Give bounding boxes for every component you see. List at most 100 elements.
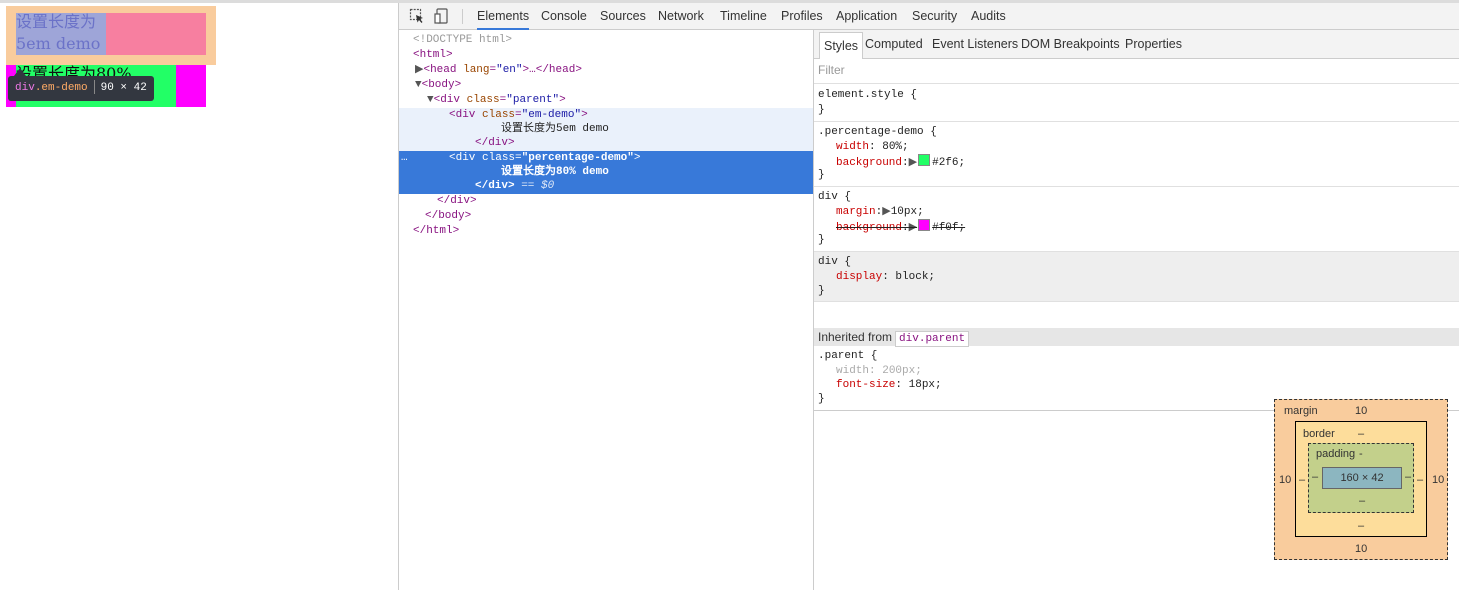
rule-percentage-demo[interactable]: .percentage-demo { width: 80%; backgroun… (814, 122, 1459, 187)
prop-name[interactable]: background (836, 157, 902, 169)
tab-console[interactable]: Console (541, 3, 587, 30)
prop-value[interactable]: 10px; (891, 206, 924, 218)
prop-value[interactable]: #2f6; (932, 157, 965, 169)
em-div-tag: <div (449, 109, 476, 121)
tab-styles[interactable]: Styles (819, 32, 864, 59)
tab-audits[interactable]: Audits (971, 3, 1006, 30)
prop-name[interactable]: width (836, 365, 869, 377)
prop-value[interactable]: 18px; (909, 379, 942, 391)
padding-top-value[interactable]: - (1359, 448, 1363, 460)
head-attr: lang (463, 64, 490, 76)
margin-bottom-value[interactable]: 10 (1355, 543, 1367, 555)
head-val: "en" (496, 64, 523, 76)
box-model-margin[interactable]: margin 10 10 10 10 border – – – – paddin… (1274, 399, 1448, 560)
rule-selector[interactable]: div { (818, 190, 851, 205)
decl-margin[interactable]: margin:▶10px; (836, 205, 924, 220)
tab-event-listeners[interactable]: Event Listeners (932, 30, 1018, 59)
expand-triangle-icon[interactable]: ▶ (882, 206, 890, 218)
dom-doctype[interactable]: <!DOCTYPE html> (413, 33, 827, 47)
rule-div-margin[interactable]: div { margin:▶10px; background:▶ #f0f; } (814, 187, 1459, 252)
dom-tree[interactable]: <!DOCTYPE html> <html> ▶<head lang="en">… (399, 30, 814, 590)
doctype-text: <!DOCTYPE html> (413, 34, 513, 46)
padding-right-value[interactable]: – (1405, 471, 1411, 483)
more-ellipsis-icon[interactable]: … (401, 152, 408, 164)
prop-name[interactable]: font-size (836, 379, 895, 391)
em-val: "em-demo" (521, 109, 582, 121)
color-swatch-icon[interactable] (918, 219, 931, 231)
dom-parent-close[interactable]: </div> (437, 194, 851, 208)
tab-application[interactable]: Application (836, 3, 897, 30)
page-viewport[interactable]: 设置长度为 5em demo 设置长度为80% demo div.em-demo… (0, 3, 398, 590)
border-bottom-value[interactable]: – (1358, 520, 1364, 532)
margin-right-value[interactable]: 10 (1432, 474, 1444, 486)
box-model-border[interactable]: border – – – – padding - – – – 160 × 42 (1295, 421, 1427, 537)
tooltip-arrow (14, 68, 26, 76)
color-swatch-icon[interactable] (918, 154, 931, 166)
em-demo-parent-overlay (106, 13, 206, 55)
margin-top-value[interactable]: 10 (1355, 405, 1367, 417)
prop-value[interactable]: 80%; (882, 141, 908, 153)
sidebar-tabs: Styles Computed Event Listeners DOM Brea… (814, 30, 1459, 59)
margin-left-value[interactable]: 10 (1279, 474, 1291, 486)
rule-selector[interactable]: .parent { (818, 349, 877, 364)
tab-profiles[interactable]: Profiles (781, 3, 823, 30)
tab-security[interactable]: Security (912, 3, 957, 30)
padding-left-value[interactable]: – (1312, 471, 1318, 483)
dom-percentage-demo[interactable]: <div class="percentage-demo"> (449, 151, 809, 165)
inspect-icon[interactable] (409, 8, 425, 24)
expand-triangle-icon[interactable]: ▶ (909, 222, 917, 234)
dom-head[interactable]: ▶<head lang="en">…</head> (415, 63, 829, 77)
border-left-value[interactable]: – (1299, 474, 1305, 486)
prop-value[interactable]: 200px; (882, 365, 922, 377)
prop-value[interactable]: #f0f; (932, 222, 965, 234)
border-right-value[interactable]: – (1417, 474, 1423, 486)
collapse-triangle-icon[interactable]: ▼ (427, 94, 434, 106)
tab-network[interactable]: Network (658, 3, 704, 30)
dom-body-close[interactable]: </body> (425, 209, 839, 223)
parent-val: "parent" (506, 94, 560, 106)
inherited-node-link[interactable]: div.parent (895, 331, 970, 347)
decl-width[interactable]: width: 80%; (836, 140, 909, 155)
dom-em-demo[interactable]: <div class="em-demo"> (449, 108, 863, 122)
dom-parent-div[interactable]: ▼<div class="parent"> (427, 93, 841, 107)
pct-text-node: 设置长度为80% demo (501, 166, 609, 178)
tab-computed[interactable]: Computed (865, 30, 923, 59)
padding-bottom-value[interactable]: – (1359, 495, 1365, 507)
styles-filter-input[interactable]: Filter (818, 63, 845, 77)
dom-html[interactable]: <html> (413, 48, 827, 62)
prop-name[interactable]: width (836, 141, 869, 153)
border-top-value[interactable]: – (1358, 428, 1364, 440)
decl-font-size[interactable]: font-size: 18px; (836, 378, 942, 393)
dom-html-close[interactable]: </html> (413, 224, 827, 238)
rule-div-display-useragent[interactable]: div { display: block; } (814, 252, 1459, 302)
prop-name[interactable]: background (836, 222, 902, 234)
tab-properties[interactable]: Properties (1125, 30, 1182, 59)
tab-timeline[interactable]: Timeline (720, 3, 767, 30)
em-demo-text: 设置长度为 5em demo (16, 12, 101, 53)
rule-selector[interactable]: .percentage-demo { (818, 125, 937, 140)
prop-name: display (836, 271, 883, 283)
dom-more-button[interactable]: … (401, 151, 441, 165)
collapse-triangle-icon[interactable]: ▼ (415, 79, 422, 91)
box-model-content[interactable]: 160 × 42 (1322, 467, 1402, 489)
device-mode-icon[interactable] (434, 8, 450, 24)
dom-percentage-demo-close[interactable]: </div> == $0 (475, 179, 775, 193)
rule-element-style[interactable]: element.style { } (814, 84, 1459, 122)
decl-width-inactive[interactable]: width: 200px; (836, 364, 922, 379)
parent-close-tag: </div> (437, 195, 477, 207)
em-attr: class (482, 109, 516, 121)
tab-dom-breakpoints[interactable]: DOM Breakpoints (1021, 30, 1120, 59)
prop-value: block; (895, 271, 936, 283)
tab-elements[interactable]: Elements (477, 3, 530, 30)
rule-selector[interactable]: element.style { (818, 88, 917, 103)
decl-background-overridden[interactable]: background:▶ #f0f; (836, 219, 965, 234)
em-text-node: 设置长度为5em demo (501, 123, 609, 135)
decl-background[interactable]: background:▶ #2f6; (836, 154, 965, 169)
tab-sources[interactable]: Sources (600, 3, 646, 30)
dom-percentage-demo-text[interactable]: 设置长度为80% demo (501, 165, 801, 179)
devtools-panel: Elements Console Sources Network Timelin… (398, 3, 1459, 590)
dom-body[interactable]: ▼<body> (415, 78, 829, 92)
expand-triangle-icon[interactable]: ▶ (909, 157, 917, 169)
box-model-padding[interactable]: padding - – – – 160 × 42 (1308, 443, 1414, 513)
prop-name[interactable]: margin (836, 206, 876, 218)
